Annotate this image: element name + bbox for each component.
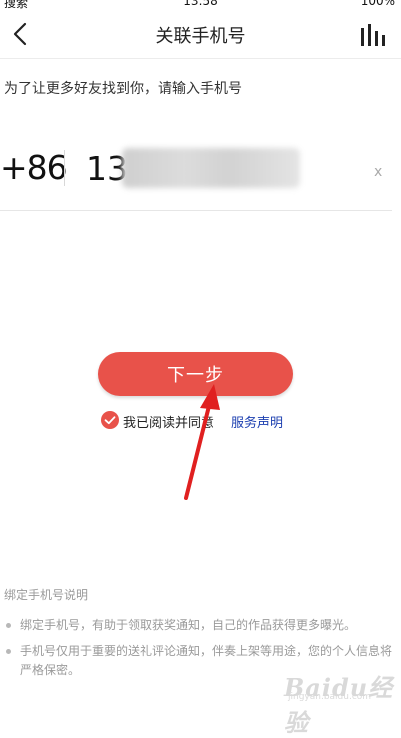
terms-link[interactable]: 服务声明 [231,412,283,431]
baidu-watermark: Baidu经验 jingyan.baidu.com [284,668,394,737]
stats-button[interactable] [359,22,387,48]
country-code-divider [64,150,65,186]
note-text: 绑定手机号，有助于领取获奖通知，自己的作品获得更多曝光。 [20,618,357,632]
status-bar: 搜索 13:58 100% [0,0,401,12]
bullet-icon [6,623,11,628]
page-title: 关联手机号 [155,26,246,47]
checkbox-checked-icon[interactable] [101,411,119,429]
clear-input-button[interactable]: x [374,164,382,180]
bar-chart-icon [361,24,385,46]
watermark-url: jingyan.baidu.com [288,692,372,702]
redacted-number-mask [122,148,300,188]
navbar: 关联手机号 [0,12,401,56]
notes-title: 绑定手机号说明 [4,588,89,602]
bullet-icon [6,649,11,654]
phone-input-row: +86 x [0,140,392,211]
watermark-logo: Baidu经验 [284,673,394,737]
carrier-label: 搜索 [4,0,29,10]
annotation-arrow-icon [184,384,220,500]
status-time: 13:58 [183,0,218,8]
phone-prompt: 为了让更多好友找到你，请输入手机号 [4,81,242,97]
country-code-selector[interactable]: +86 [0,148,68,187]
battery-label: 100% [360,0,395,8]
navbar-divider [0,58,401,59]
note-item: 绑定手机号，有助于领取获奖通知，自己的作品获得更多曝光。 [4,616,396,635]
phone-input-underline [0,210,392,211]
